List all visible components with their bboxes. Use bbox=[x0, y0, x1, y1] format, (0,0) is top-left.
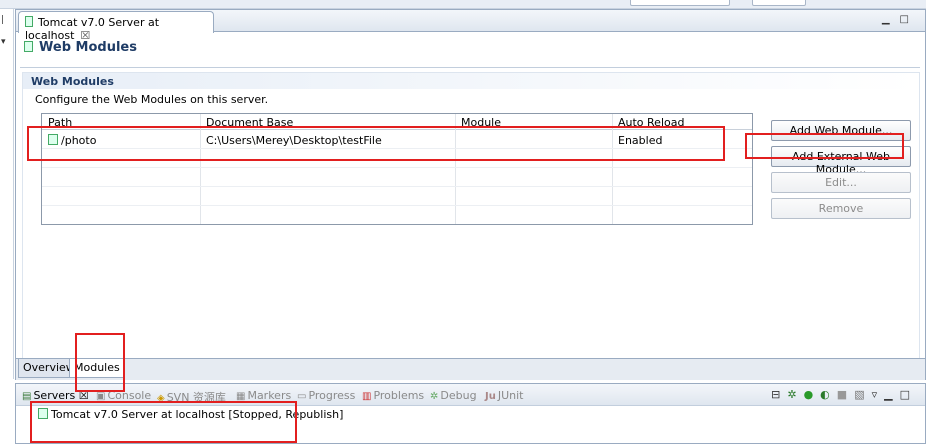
view-tab-bar: ▤ Servers ☒ ▣ Console ◈ SVN 资源库 ▦ Markers ▭ P… bbox=[16, 384, 925, 406]
header-divider bbox=[20, 67, 920, 68]
edit-button[interactable]: Edit... bbox=[771, 172, 911, 193]
servers-view: ▤ Servers ☒ ▣ Console ◈ SVN 资源库 ▦ Markers ▭ P… bbox=[15, 383, 926, 444]
web-module-icon bbox=[24, 41, 33, 52]
tab-modules[interactable]: Modules bbox=[69, 359, 125, 378]
section-description: Configure the Web Modules on this server… bbox=[35, 93, 269, 106]
window-controls: ▁□ bbox=[882, 14, 919, 25]
add-web-module-button[interactable]: Add Web Module... bbox=[771, 120, 911, 141]
table-row-empty bbox=[42, 169, 752, 187]
section-title: Web Modules bbox=[23, 73, 919, 89]
cell-path: /photo bbox=[48, 134, 96, 147]
table-row[interactable]: /photo C:\Users\Merey\Desktop\testFile E… bbox=[42, 131, 752, 149]
editor-tab-tomcat[interactable]: Tomcat v7.0 Server at localhost ☒ bbox=[18, 11, 214, 42]
column-header-path[interactable]: Path bbox=[48, 116, 72, 129]
page-title-text: Web Modules bbox=[39, 40, 137, 55]
server-list-item[interactable]: Tomcat v7.0 Server at localhost [Stopped… bbox=[38, 408, 343, 421]
servers-icon: ▤ bbox=[22, 391, 32, 402]
maximize-icon[interactable]: □ bbox=[900, 14, 919, 25]
tab-svn-repository[interactable]: ◈ SVN 资源库 bbox=[157, 389, 226, 405]
tab-junit[interactable]: Ju JUnit bbox=[485, 389, 523, 402]
start-server-icon[interactable]: ● bbox=[804, 388, 821, 401]
server-icon bbox=[25, 16, 33, 27]
column-header-module[interactable]: Module bbox=[461, 116, 501, 129]
top-toolbar-strip bbox=[0, 0, 926, 9]
server-entry-label: Tomcat v7.0 Server at localhost [Stopped… bbox=[51, 408, 344, 421]
add-external-web-module-button[interactable]: Add External Web Module... bbox=[771, 146, 911, 176]
server-icon bbox=[38, 408, 48, 419]
minimize-icon[interactable]: ▁ bbox=[882, 14, 900, 25]
web-modules-section: Web Modules Configure the Web Modules on… bbox=[22, 72, 920, 360]
view-toolbar: ⊟✲●◐■▧▿▁□ bbox=[771, 388, 917, 401]
profile-server-icon[interactable]: ◐ bbox=[820, 388, 837, 401]
left-side-strip: | ▾ bbox=[0, 9, 14, 379]
column-header-auto-reload[interactable]: Auto Reload bbox=[618, 116, 684, 129]
cell-auto-reload: Enabled bbox=[618, 134, 663, 147]
problems-icon: ▥ bbox=[362, 391, 372, 402]
side-marker-2: ▾ bbox=[1, 37, 6, 47]
column-header-document-base[interactable]: Document Base bbox=[206, 116, 293, 129]
perspective-switcher[interactable] bbox=[752, 0, 806, 6]
web-module-icon bbox=[48, 134, 58, 145]
junit-icon: Ju bbox=[485, 391, 496, 402]
console-icon: ▣ bbox=[96, 391, 106, 402]
publish-icon[interactable]: ▧ bbox=[854, 388, 871, 401]
maximize-icon[interactable]: □ bbox=[900, 388, 917, 401]
server-editor: Tomcat v7.0 Server at localhost ☒ ▁□ Web … bbox=[15, 9, 926, 380]
tab-progress[interactable]: ▭ Progress bbox=[297, 389, 355, 402]
web-modules-table[interactable]: Path Document Base Module Auto Reload /p… bbox=[41, 113, 753, 225]
tab-servers[interactable]: ▤ Servers ☒ bbox=[22, 389, 89, 402]
collapse-icon[interactable]: ⊟ bbox=[771, 388, 787, 401]
side-marker-1: | bbox=[1, 15, 5, 25]
toolbar-search-field[interactable] bbox=[630, 0, 730, 6]
minimize-icon[interactable]: ▁ bbox=[884, 388, 899, 401]
editor-page-tabs: Overview Modules bbox=[16, 358, 925, 380]
cell-document-base: C:\Users\Merey\Desktop\testFile bbox=[206, 134, 382, 147]
editor-tab-bar: Tomcat v7.0 Server at localhost ☒ ▁□ bbox=[16, 10, 925, 42]
remove-button[interactable]: Remove bbox=[771, 198, 911, 219]
view-menu-icon[interactable]: ▿ bbox=[872, 388, 885, 401]
table-row-empty bbox=[42, 150, 752, 168]
tab-problems[interactable]: ▥ Problems bbox=[362, 389, 424, 402]
tab-markers[interactable]: ▦ Markers bbox=[236, 389, 291, 402]
stop-server-icon[interactable]: ■ bbox=[837, 388, 854, 401]
table-row-empty bbox=[42, 188, 752, 206]
debug-server-icon[interactable]: ✲ bbox=[787, 388, 803, 401]
tab-debug[interactable]: ✲ Debug bbox=[430, 389, 477, 402]
page-title: Web Modules bbox=[24, 40, 137, 55]
table-header: Path Document Base Module Auto Reload bbox=[42, 114, 752, 130]
editor-tab-label: Tomcat v7.0 Server at localhost bbox=[25, 16, 160, 42]
debug-bug-icon: ✲ bbox=[430, 391, 439, 402]
markers-icon: ▦ bbox=[236, 391, 246, 402]
tab-console[interactable]: ▣ Console bbox=[96, 389, 151, 402]
svn-icon: ◈ bbox=[157, 393, 165, 404]
close-icon[interactable]: ☒ bbox=[79, 389, 89, 402]
progress-icon: ▭ bbox=[297, 391, 307, 402]
